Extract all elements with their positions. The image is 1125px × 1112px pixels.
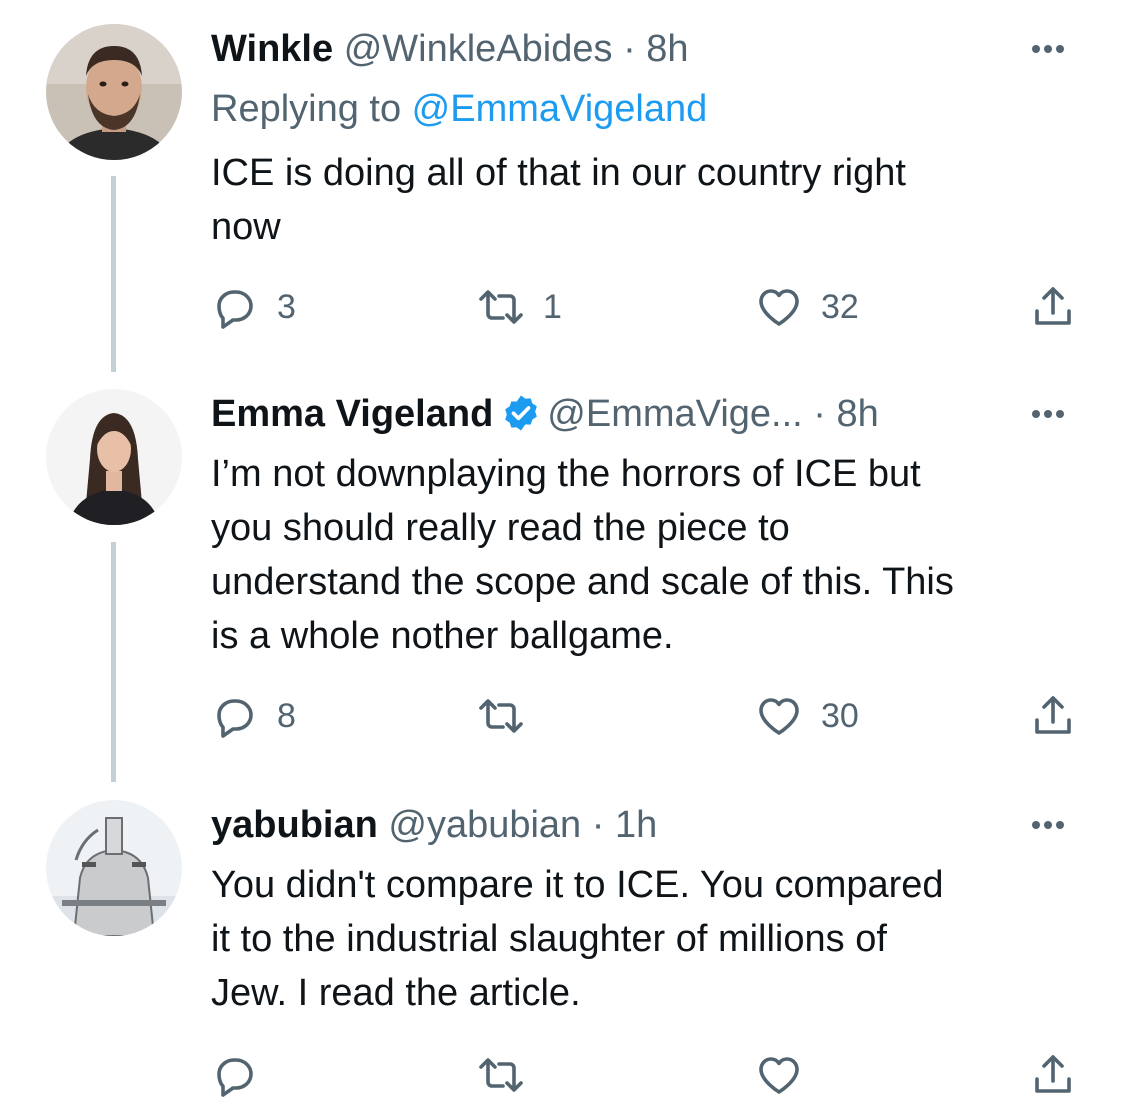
like-button[interactable] bbox=[755, 1050, 821, 1100]
timestamp[interactable]: 8h bbox=[646, 28, 688, 70]
tweet-text-line: understand the scope and scale of this. … bbox=[211, 561, 954, 603]
tweet-text-line: Jew. I read the article. bbox=[211, 972, 581, 1014]
reply-icon bbox=[217, 290, 253, 329]
tweet-text-line: now bbox=[211, 206, 281, 248]
reply-button[interactable]: 3 bbox=[211, 282, 296, 332]
like-button[interactable]: 30 bbox=[755, 691, 859, 741]
like-count: 32 bbox=[821, 287, 859, 326]
reply-icon bbox=[217, 1058, 253, 1097]
timestamp[interactable]: 1h bbox=[615, 804, 657, 846]
more-icon[interactable] bbox=[1032, 405, 1068, 423]
tweet-text-line: it to the industrial slaughter of millio… bbox=[211, 918, 887, 960]
heart-icon bbox=[759, 1057, 799, 1094]
handle[interactable]: @yabubian bbox=[388, 804, 581, 846]
share-button[interactable] bbox=[1029, 282, 1077, 332]
action-bar bbox=[211, 1050, 1091, 1100]
tweet-header: Emma Vigeland @EmmaVige... · 8h bbox=[211, 389, 879, 439]
share-icon bbox=[1035, 696, 1071, 734]
like-count: 30 bbox=[821, 696, 859, 735]
reply-button[interactable] bbox=[211, 1050, 277, 1100]
tweet-text-line: is a whole nother ballgame. bbox=[211, 615, 674, 657]
timestamp[interactable]: 8h bbox=[836, 393, 878, 435]
separator-dot: · bbox=[623, 28, 636, 70]
tweet-text-line: You didn't compare it to ICE. You compar… bbox=[211, 864, 944, 906]
retweet-icon bbox=[479, 1058, 523, 1092]
action-bar: 8 30 bbox=[211, 691, 1091, 741]
tweet-text: You didn't compare it to ICE. You compar… bbox=[211, 858, 1081, 1020]
tweet-text-line: I’m not downplaying the horrors of ICE b… bbox=[211, 453, 921, 495]
separator-dot: · bbox=[813, 393, 826, 435]
heart-icon bbox=[759, 698, 799, 735]
reply-button[interactable]: 8 bbox=[211, 691, 296, 741]
retweet-button[interactable] bbox=[477, 1050, 543, 1100]
share-icon bbox=[1035, 287, 1071, 325]
mention-link[interactable]: @EmmaVigeland bbox=[412, 88, 708, 130]
more-icon[interactable] bbox=[1032, 40, 1068, 58]
verified-badge-icon bbox=[505, 395, 538, 431]
handle[interactable]: @EmmaVige... bbox=[547, 393, 802, 435]
tweet-header: yabubian @yabubian · 1h bbox=[211, 800, 657, 850]
retweet-icon bbox=[479, 699, 523, 733]
share-button[interactable] bbox=[1029, 1050, 1077, 1100]
reply-icon bbox=[217, 699, 253, 738]
share-icon bbox=[1035, 1055, 1071, 1093]
more-icon[interactable] bbox=[1032, 816, 1068, 834]
replying-to: Replying to @EmmaVigeland bbox=[211, 84, 707, 134]
tweet-header: Winkle @WinkleAbides · 8h bbox=[211, 24, 689, 74]
avatar[interactable] bbox=[46, 800, 182, 936]
tweet[interactable]: yabubian @yabubian · 1h You didn't compa… bbox=[0, 800, 1125, 1112]
avatar[interactable] bbox=[46, 389, 182, 525]
tweet-text: I’m not downplaying the horrors of ICE b… bbox=[211, 447, 1081, 663]
display-name[interactable]: Emma Vigeland bbox=[211, 393, 493, 435]
display-name[interactable]: yabubian bbox=[211, 804, 378, 846]
tweet-text-line: you should really read the piece to bbox=[211, 507, 790, 549]
retweet-button[interactable] bbox=[477, 691, 543, 741]
retweet-count: 1 bbox=[543, 287, 562, 326]
handle[interactable]: @WinkleAbides bbox=[344, 28, 613, 70]
tweet-text: ICE is doing all of that in our country … bbox=[211, 146, 1081, 254]
separator-dot: · bbox=[591, 804, 605, 846]
retweet-button[interactable]: 1 bbox=[477, 282, 562, 332]
like-button[interactable]: 32 bbox=[755, 282, 859, 332]
retweet-icon bbox=[479, 290, 523, 324]
heart-icon bbox=[759, 289, 799, 326]
reply-count: 3 bbox=[277, 287, 296, 326]
display-name[interactable]: Winkle bbox=[211, 28, 333, 70]
tweet[interactable]: Winkle @WinkleAbides · 8h Replying to @E… bbox=[0, 24, 1125, 344]
avatar[interactable] bbox=[46, 24, 182, 160]
share-button[interactable] bbox=[1029, 691, 1077, 741]
tweet[interactable]: Emma Vigeland @EmmaVige... · 8h I’m not d… bbox=[0, 389, 1125, 749]
replying-to-label: Replying to bbox=[211, 88, 412, 130]
action-bar: 3 1 32 bbox=[211, 282, 1091, 332]
reply-count: 8 bbox=[277, 696, 296, 735]
tweet-text-line: ICE is doing all of that in our country … bbox=[211, 152, 906, 194]
